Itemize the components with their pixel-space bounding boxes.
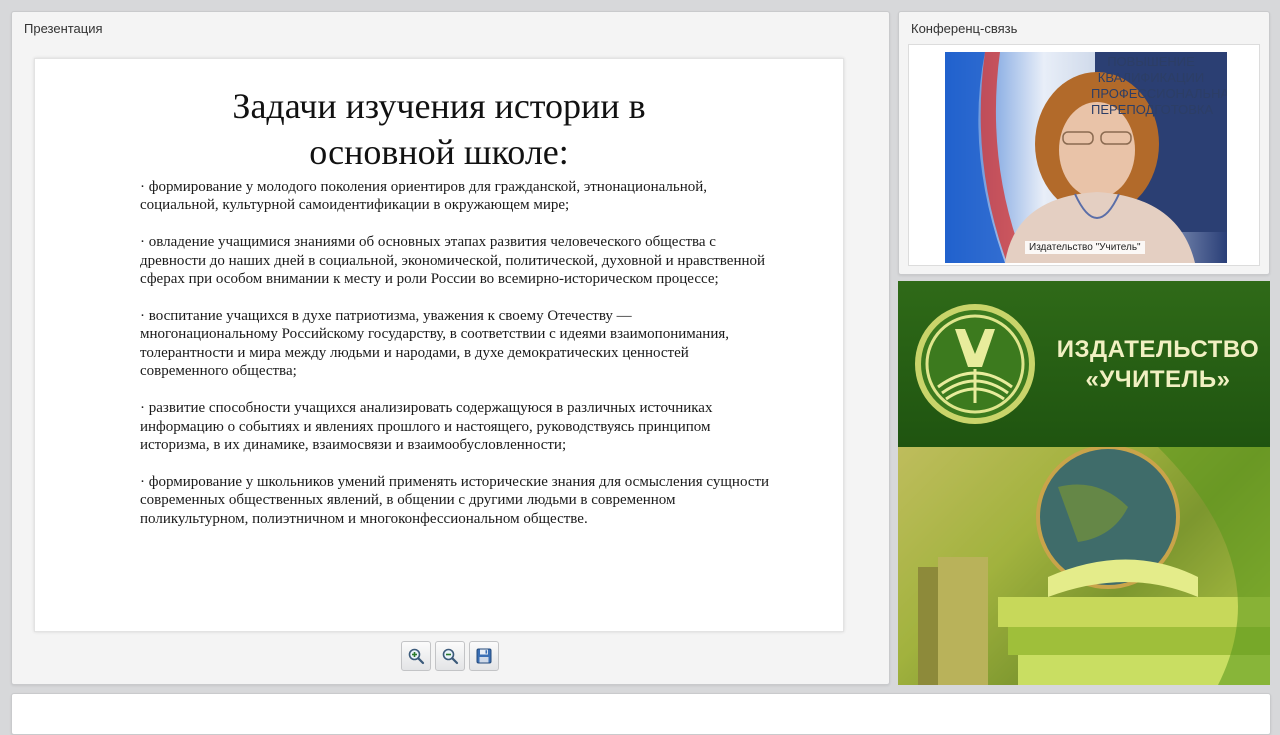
bottom-panel <box>11 693 1271 735</box>
video-frame: ПОВЫШЕНИЕ КВАЛИФИКАЦИИ ПРОФЕССИОНАЛЬНАЯ … <box>908 44 1260 266</box>
video-banner-line: КВАЛИФИКАЦИИ <box>1097 70 1205 85</box>
zoom-in-button[interactable] <box>401 641 431 671</box>
slide-title-line-2: основной школе: <box>309 132 569 172</box>
slide-paragraph: · формирование у школьников умений приме… <box>140 473 770 527</box>
video-banner-line: ПОВЫШЕНИЕ <box>1107 54 1195 69</box>
presentation-panel-title: Презентация <box>24 21 103 36</box>
presentation-panel: Презентация Задачи изучения истории в ос… <box>11 11 890 685</box>
slide-body: · формирование у молодого поколения орие… <box>140 178 770 547</box>
publisher-name: ИЗДАТЕЛЬСТВО «УЧИТЕЛЬ» <box>1046 335 1270 395</box>
publisher-logo-icon <box>915 304 1035 424</box>
slide-paragraph: · овладение учащимися знаниями об основн… <box>140 234 766 288</box>
video-banner-line: ПРОФЕССИОНАЛЬНАЯ <box>1091 86 1227 101</box>
speaker-name-label: Издательство "Учитель" <box>1025 241 1145 254</box>
presentation-slide: Задачи изучения истории в основной школе… <box>34 58 844 632</box>
zoom-in-icon <box>408 648 425 665</box>
slide-paragraph: · воспитание учащихся в духе патриотизма… <box>140 308 730 380</box>
slide-title-line-1: Задачи изучения истории в <box>232 86 646 126</box>
slide-paragraph: · развитие способности учащихся анализир… <box>140 400 713 453</box>
slide-paragraph: · формирование у молодого поколения орие… <box>140 179 708 214</box>
video-banner-text: ПОВЫШЕНИЕ КВАЛИФИКАЦИИ ПРОФЕССИОНАЛЬНАЯ … <box>1091 54 1227 118</box>
publisher-name-line-1: ИЗДАТЕЛЬСТВО <box>1056 336 1260 363</box>
conference-panel: Конференц-связь ПОВЫШЕНИЕ КВАЛИФИКАЦИИ П… <box>898 11 1270 275</box>
save-button[interactable] <box>469 641 499 671</box>
presentation-toolbar <box>401 641 499 671</box>
zoom-out-icon <box>442 648 459 665</box>
conference-panel-title: Конференц-связь <box>911 21 1018 36</box>
video-banner-line: ПЕРЕПОДГОТОВКА <box>1091 102 1214 117</box>
publisher-banner-image <box>898 447 1270 685</box>
save-icon <box>476 648 492 664</box>
books-and-globe-image <box>898 447 1270 685</box>
zoom-out-button[interactable] <box>435 641 465 671</box>
publisher-banner-header: ИЗДАТЕЛЬСТВО «УЧИТЕЛЬ» <box>898 281 1270 447</box>
slide-title: Задачи изучения истории в основной школе… <box>35 83 843 175</box>
speaker-video[interactable]: ПОВЫШЕНИЕ КВАЛИФИКАЦИИ ПРОФЕССИОНАЛЬНАЯ … <box>945 52 1227 263</box>
publisher-banner[interactable]: ИЗДАТЕЛЬСТВО «УЧИТЕЛЬ» <box>898 281 1270 685</box>
publisher-name-line-2: «УЧИТЕЛЬ» <box>1085 366 1231 393</box>
